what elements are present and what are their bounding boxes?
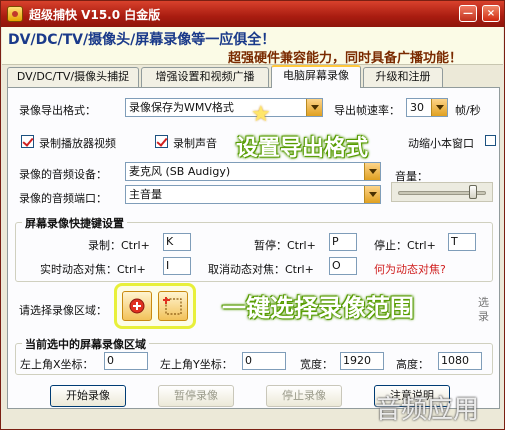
pause-recording-button[interactable]: 暂停录像 <box>158 385 234 407</box>
annotation-one-click-region: 一键选择录像范围 <box>222 294 414 322</box>
export-format-select[interactable]: 录像保存为WMV格式 <box>125 98 323 117</box>
audio-device-value: 麦克风 (SB Audigy) <box>129 165 231 178</box>
title-bar[interactable]: 超级捕快 V15.0 白金版 — × <box>1 1 504 27</box>
current-region-title: 当前选中的屏幕录像区域 <box>22 336 149 352</box>
pause-hotkey-input[interactable]: P <box>329 233 357 251</box>
hotkey-group: 屏幕录像快捷键设置 录制：Ctrl+ K 暂停：Ctrl+ P 停止：Ctrl+… <box>15 215 493 282</box>
banner-slogan-1: DV/DC/TV/摄像头/屏幕录像等一应俱全！ <box>8 32 276 48</box>
minimize-button[interactable]: — <box>459 5 477 22</box>
y-coord-label: 左上角Y坐标： <box>160 358 233 371</box>
custom-region-button[interactable] <box>158 291 188 321</box>
tab-enhanced-broadcast[interactable]: 增强设置和视频广播 <box>141 67 269 87</box>
screen-recording-panel: 录像导出格式： 录像保存为WMV格式 导出帧速率： 30 帧/秒 ★ 录制播放器… <box>7 87 500 409</box>
stop-hotkey-input[interactable]: T <box>448 233 476 251</box>
fps-unit: 帧/秒 <box>455 104 481 117</box>
chevron-down-icon <box>364 163 380 180</box>
crop-region-icon <box>163 297 182 315</box>
export-format-value: 录像保存为WMV格式 <box>129 101 234 114</box>
banner-slogan-2: 超强硬件兼容能力，同时具备广播功能！ <box>228 51 463 66</box>
stop-recording-button[interactable]: 停止录像 <box>266 385 342 407</box>
record-hotkey-input[interactable]: K <box>163 233 191 251</box>
volume-slider[interactable] <box>391 182 493 202</box>
app-logo-icon <box>7 6 23 22</box>
stop-hotkey-label: 停止：Ctrl+ <box>374 239 436 252</box>
watermark-text: 音频应用 <box>375 395 480 425</box>
realtime-focus-label: 实时动态对焦：Ctrl+ <box>40 263 146 276</box>
window-title: 超级捕快 V15.0 白金版 <box>29 8 161 22</box>
height-input[interactable]: 1080 <box>438 352 482 370</box>
fullscreen-region-button[interactable] <box>122 291 152 321</box>
volume-thumb[interactable] <box>468 185 477 199</box>
what-is-focus-link[interactable]: 何为动态对焦? <box>374 261 446 277</box>
chevron-down-icon <box>306 99 322 116</box>
close-button[interactable]: × <box>482 5 500 22</box>
cancel-focus-label: 取消动态对焦：Ctrl+ <box>208 263 314 276</box>
audio-port-value: 主音量 <box>129 188 162 201</box>
realtime-focus-input[interactable]: I <box>163 257 191 275</box>
audio-port-select[interactable]: 主音量 <box>125 185 381 204</box>
cancel-focus-input[interactable]: O <box>329 257 357 275</box>
y-coord-input[interactable]: 0 <box>242 352 286 370</box>
hotkey-group-title: 屏幕录像快捷键设置 <box>22 215 127 231</box>
region-trailing-text-2: 录 <box>478 310 489 323</box>
start-recording-button[interactable]: 开始录像 <box>50 385 126 407</box>
record-player-label: 录制播放器视频 <box>39 137 116 150</box>
audio-port-label: 录像的音频端口： <box>19 192 107 205</box>
export-format-label: 录像导出格式： <box>19 104 96 117</box>
tab-upgrade-register[interactable]: 升级和注册 <box>363 67 443 87</box>
target-icon <box>129 298 145 314</box>
tab-screen-recording[interactable]: 电脑屏幕录像 <box>271 65 361 88</box>
audio-device-select[interactable]: 麦克风 (SB Audigy) <box>125 162 381 181</box>
slogan-banner: DV/DC/TV/摄像头/屏幕录像等一应俱全！ 超强硬件兼容能力，同时具备广播功… <box>2 27 503 66</box>
region-select-label: 请选择录像区域： <box>19 304 107 317</box>
audio-device-label: 录像的音频设备： <box>19 168 107 181</box>
width-label: 宽度： <box>300 358 333 371</box>
x-coord-label: 左上角X坐标： <box>20 358 94 371</box>
record-hotkey-label: 录制：Ctrl+ <box>88 239 150 252</box>
star-icon: ★ <box>251 102 271 127</box>
height-label: 高度： <box>396 358 429 371</box>
current-region-group: 当前选中的屏幕录像区域 左上角X坐标： 0 左上角Y坐标： 0 宽度： 1920… <box>15 336 493 375</box>
mini-window-checkbox[interactable] <box>485 135 496 146</box>
annotation-set-format: 设置导出格式 <box>236 136 369 161</box>
tab-capture[interactable]: DV/DC/TV/摄像头捕捉 <box>7 67 139 87</box>
x-coord-input[interactable]: 0 <box>104 352 148 370</box>
fps-select[interactable]: 30 <box>406 98 448 117</box>
fps-value: 30 <box>410 101 424 114</box>
fps-label: 导出帧速率： <box>334 104 400 117</box>
app-window: 超级捕快 V15.0 白金版 — × DV/DC/TV/摄像头/屏幕录像等一应俱… <box>0 0 505 430</box>
width-input[interactable]: 1920 <box>340 352 384 370</box>
record-player-checkbox[interactable] <box>21 135 34 148</box>
record-sound-label: 录制声音 <box>173 137 217 150</box>
chevron-down-icon <box>431 99 447 116</box>
mini-window-label: 动缩小本窗口 <box>408 137 474 150</box>
chevron-down-icon <box>364 186 380 203</box>
pause-hotkey-label: 暂停：Ctrl+ <box>254 239 316 252</box>
record-sound-checkbox[interactable] <box>155 135 168 148</box>
